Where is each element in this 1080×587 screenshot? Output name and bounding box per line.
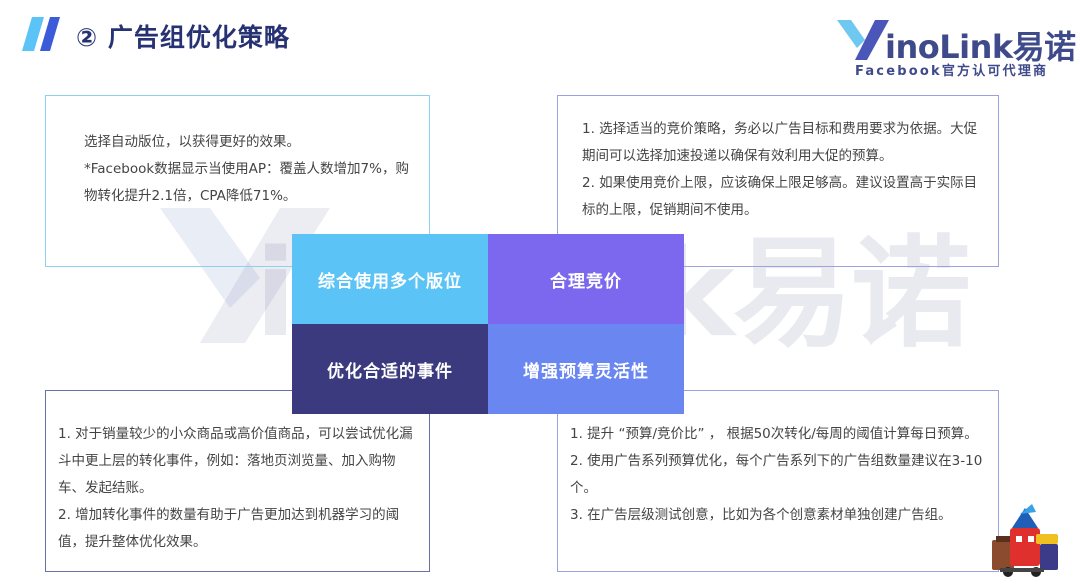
box-text: 2. 增加转化事件的数量有助于广告更加达到机器学习的阈值，提升整体优化效果。 (58, 507, 400, 550)
logo-y-mark (837, 20, 889, 60)
box-text: 1. 对于销量较少的小众商品或高价值商品，可以尝试优化漏斗中更上层的转化事件，例… (58, 426, 413, 496)
box-text: 3. 在广告层级测试创意，比如为各个创意素材单独创建广告组。 (570, 507, 952, 523)
quadrant-events: 优化合适的事件 (292, 324, 488, 414)
mascot-illustration (992, 504, 1058, 577)
quadrant-bidding: 合理竞价 (488, 234, 684, 324)
quadrant-budget: 增强预算灵活性 (488, 324, 684, 414)
box-text: 2. 如果使用竞价上限，应该确保上限足够高。建议设置高于实际目标的上限，促销期间… (582, 175, 978, 218)
slide: ② 广告组优化策略 inoLink易诺 Facebook官方认可代理商 inoL… (0, 0, 1080, 587)
double-slash-icon (22, 17, 60, 51)
box-text: 1. 提升 “预算/竞价比” ， 根据50次转化/每周的阈值计算每日预算。 (570, 426, 978, 442)
box-text: 2. 使用广告系列预算优化，每个广告系列下的广告组数量建议在3-10个。 (570, 453, 983, 496)
box-budget: 1. 提升 “预算/竞价比” ， 根据50次转化/每周的阈值计算每日预算。 2.… (557, 390, 999, 572)
quadrant-placements: 综合使用多个版位 (292, 234, 488, 324)
page-title: ② 广告组优化策略 (76, 23, 290, 52)
box-events: 1. 对于销量较少的小众商品或高价值商品，可以尝试优化漏斗中更上层的转化事件，例… (45, 390, 430, 572)
logo: inoLink易诺 Facebook官方认可代理商 (835, 18, 1076, 80)
box-text: 1. 选择适当的竞价策略，务必以广告目标和费用要求为依据。大促期间可以选择加速投… (582, 121, 978, 164)
box-text: 选择自动版位，以获得更好的效果。 (84, 134, 300, 150)
logo-subtitle: Facebook官方认可代理商 (855, 64, 1049, 79)
box-text: *Facebook数据显示当使用AP：覆盖人数增加7%，购物转化提升2.1倍，C… (84, 161, 409, 204)
